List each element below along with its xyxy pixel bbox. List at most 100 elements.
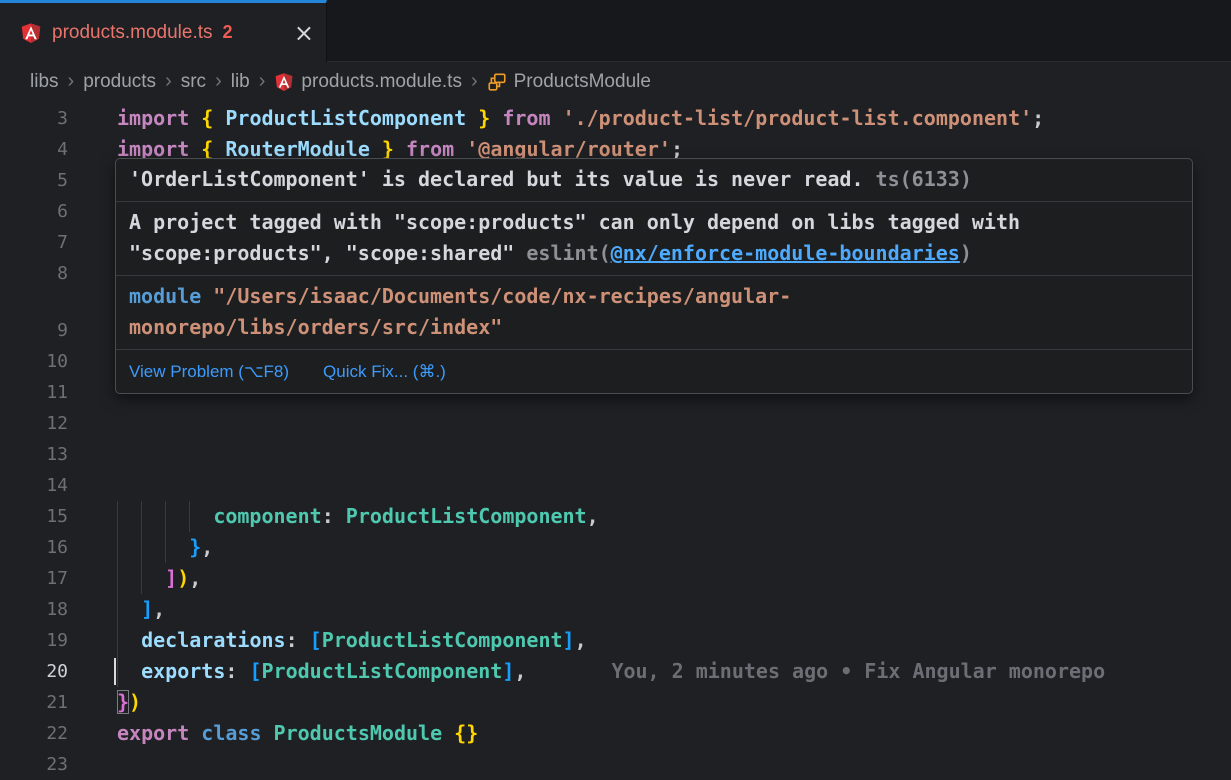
hover-text-line: 'OrderListComponent' is declared but its…	[129, 164, 1179, 195]
line-number-23: 23	[0, 749, 68, 780]
code-token: ProductListComponent	[322, 628, 563, 652]
code-line-16[interactable]: 16},	[0, 532, 1231, 563]
code-token: ]	[563, 628, 575, 652]
code-token: {}	[454, 721, 478, 745]
angular-icon	[20, 22, 42, 44]
breadcrumb-label: lib	[231, 71, 250, 93]
code-token: "scope:products", "scope:shared"	[129, 241, 526, 265]
line-number-15: 15	[0, 501, 68, 532]
code-token: ]	[165, 566, 177, 590]
code-line-21[interactable]: 21})	[0, 687, 1231, 718]
code-token: './product-list/product-list.component'	[563, 106, 1033, 130]
indent-guide	[141, 563, 165, 594]
line-content: export class ProductsModule {}	[117, 721, 478, 745]
code-token: }	[117, 690, 129, 714]
line-number-7: 7	[0, 227, 68, 258]
hover-text-line: monorepo/libs/orders/src/index"	[129, 312, 1179, 343]
code-line-18[interactable]: 18],	[0, 594, 1231, 625]
code-token: ProductsModule	[274, 721, 455, 745]
code-line-20[interactable]: 20 exports: [ProductListComponent],You, 2…	[0, 656, 1231, 687]
code-token: "/Users/isaac/Documents/code/nx-recipes/…	[213, 284, 791, 308]
code-token: ,	[514, 659, 526, 683]
code-token: eslint(	[526, 241, 610, 265]
line-number-16: 16	[0, 532, 68, 563]
line-content: ]),	[117, 566, 201, 590]
line-number-4: 4	[0, 134, 68, 165]
line-number-8: 8	[0, 258, 68, 289]
code-token: }	[189, 535, 201, 559]
code-token: from	[502, 106, 562, 130]
angular-icon	[274, 72, 294, 92]
indent-guide	[117, 563, 141, 594]
code-token: ,	[189, 566, 201, 590]
code-token: ,	[587, 504, 599, 528]
code-line-14[interactable]: 14	[0, 470, 1231, 501]
code-token: monorepo/libs/orders/src/index"	[129, 315, 502, 339]
line-number-22: 22	[0, 718, 68, 749]
chevron-right-icon: ›	[471, 70, 478, 93]
hover-text-line: module "/Users/isaac/Documents/code/nx-r…	[129, 281, 1179, 312]
vscode-window: products.module.ts 2 × libs › products › src…	[0, 0, 1231, 780]
code-token: ts(6133)	[864, 167, 972, 191]
code-line-3[interactable]: 3import { ProductListComponent } from '.…	[0, 103, 1231, 134]
breadcrumb-label: products	[83, 71, 156, 93]
eslint-rule-link[interactable]: @nx/enforce-module-boundaries	[611, 241, 960, 265]
code-line-23[interactable]: 23	[0, 749, 1231, 780]
breadcrumb-label: products.module.ts	[301, 71, 462, 93]
breadcrumb-item-products[interactable]: products	[83, 71, 156, 93]
code-line-15[interactable]: 15 component: ProductListComponent,	[0, 501, 1231, 532]
breadcrumb-label: ProductsModule	[514, 71, 651, 93]
chevron-right-icon: ›	[215, 70, 222, 93]
line-number-6: 6	[0, 196, 68, 227]
chevron-right-icon: ›	[259, 70, 266, 93]
code-token: )	[129, 690, 141, 714]
indent-guide	[189, 501, 213, 532]
code-line-19[interactable]: 19declarations: [ProductListComponent],	[0, 625, 1231, 656]
quick-fix-action[interactable]: Quick Fix... (⌘.)	[323, 362, 446, 382]
text-cursor	[114, 658, 116, 685]
tab-bar: products.module.ts 2 ×	[0, 0, 1231, 62]
line-number-5: 5	[0, 165, 68, 196]
indent-guide	[117, 532, 141, 563]
code-line-12[interactable]: 12	[0, 408, 1231, 439]
line-content: ],	[117, 597, 165, 621]
line-number-3: 3	[0, 103, 68, 134]
code-token: ProductListComponent	[225, 106, 466, 130]
code-token: module	[129, 284, 213, 308]
breadcrumb-item-libs[interactable]: libs	[30, 71, 59, 93]
code-token: :	[225, 659, 249, 683]
code-token: class	[201, 721, 273, 745]
line-number-17: 17	[0, 563, 68, 594]
indent-guide	[117, 594, 141, 625]
tab-error-count-badge: 2	[223, 22, 233, 43]
tab-products-module[interactable]: products.module.ts 2 ×	[0, 0, 327, 62]
line-number-9: 9	[0, 315, 68, 346]
code-line-17[interactable]: 17]),	[0, 563, 1231, 594]
class-icon	[487, 72, 507, 92]
line-number-12: 12	[0, 408, 68, 439]
breadcrumb-item-productsmodule[interactable]: ProductsModule	[487, 71, 651, 93]
code-token: ,	[575, 628, 587, 652]
code-token: :	[286, 628, 310, 652]
breadcrumb-item-products-module-ts[interactable]: products.module.ts	[274, 71, 462, 93]
breadcrumb-label: libs	[30, 71, 59, 93]
line-content: exports: [ProductListComponent],You, 2 m…	[117, 659, 1105, 683]
line-number-13: 13	[0, 439, 68, 470]
line-number-21: 21	[0, 687, 68, 718]
breadcrumb-item-src[interactable]: src	[181, 71, 206, 93]
close-icon[interactable]: ×	[294, 21, 314, 45]
line-number-18: 18	[0, 594, 68, 625]
code-line-22[interactable]: 22 export class ProductsModule {}	[0, 718, 1231, 749]
line-content: component: ProductListComponent,	[117, 504, 599, 528]
line-number-10: 10	[0, 346, 68, 377]
indent-guide	[117, 625, 141, 656]
code-token: )	[960, 241, 972, 265]
line-content: },	[117, 535, 213, 559]
view-problem-action[interactable]: View Problem (⌥F8)	[129, 362, 289, 382]
code-token: ProductListComponent	[262, 659, 503, 683]
breadcrumb-item-lib[interactable]: lib	[231, 71, 250, 93]
code-line-13[interactable]: 13	[0, 439, 1231, 470]
code-token: ]	[141, 597, 153, 621]
line-number-20: 20	[0, 656, 68, 687]
code-token: 'OrderListComponent' is declared but its…	[129, 167, 864, 191]
